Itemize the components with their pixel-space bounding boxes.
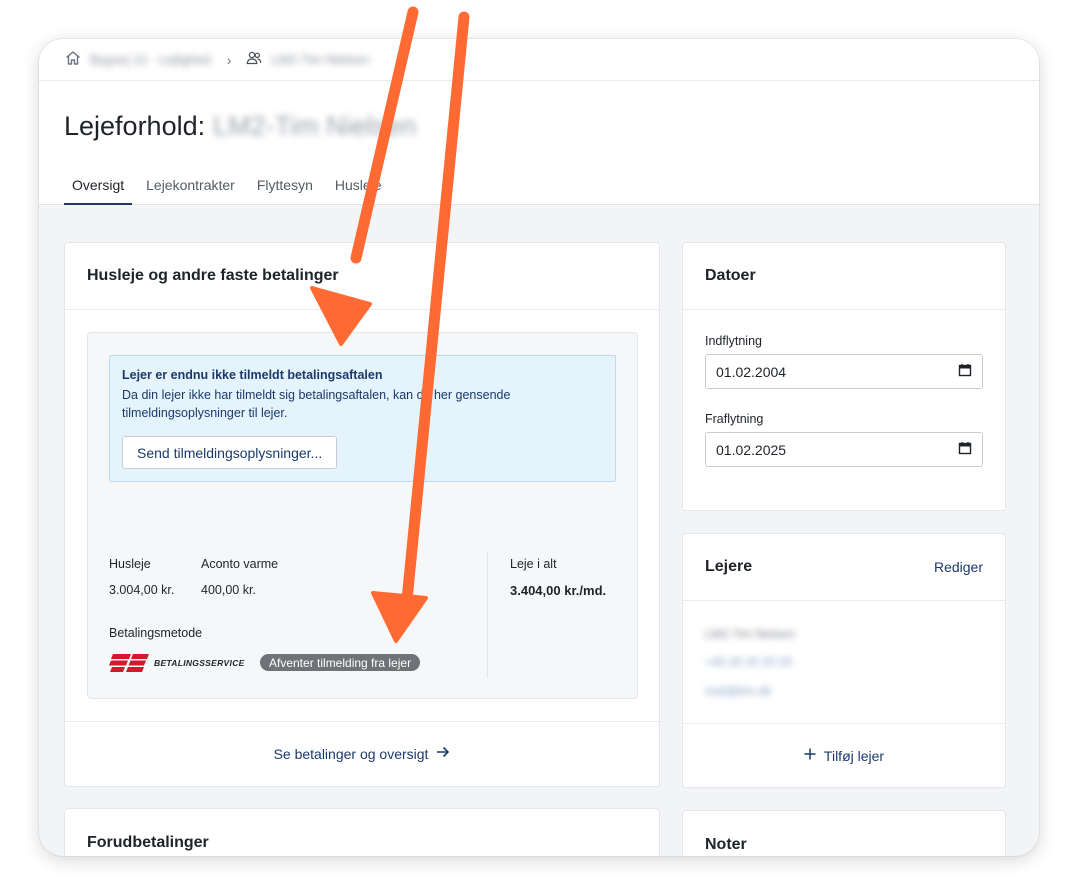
prepayments-card: Forudbetalinger <box>64 808 660 856</box>
heating-value: 400,00 kr. <box>201 583 256 597</box>
tab-husleje[interactable]: Husleje <box>327 173 390 205</box>
add-tenant-link[interactable]: Tilføj lejer <box>824 748 884 764</box>
send-enrollment-button[interactable]: Send tilmeldingsoplysninger... <box>122 436 338 469</box>
breadcrumb-tenancy-label: LM2-Tim Nielsen <box>271 52 370 67</box>
calendar-icon[interactable] <box>958 363 972 380</box>
betalingsservice-mark-icon <box>109 654 149 672</box>
chevron-right-icon: › <box>226 51 232 68</box>
breadcrumb-tenancy[interactable]: LM2-Tim Nielsen <box>245 49 369 70</box>
breadcrumb-property[interactable]: Bygvej 12 · Lejlighed <box>64 49 211 70</box>
add-tenant-footer[interactable]: Tilføj lejer <box>683 723 1005 787</box>
move-in-date-input[interactable]: 01.02.2004 <box>705 354 983 389</box>
tab-flyttesyn[interactable]: Flyttesyn <box>249 173 321 205</box>
tenants-card-title: Lejere <box>705 558 753 575</box>
not-enrolled-alert: Lejer er endnu ikke tilmeldt betalingsaf… <box>109 355 616 482</box>
notes-card-title: Noter <box>705 835 747 853</box>
alert-title: Lejer er endnu ikke tilmeldt betalingsaf… <box>122 368 383 382</box>
calendar-icon[interactable] <box>958 441 972 458</box>
edit-tenants-link[interactable]: Rediger <box>934 559 983 575</box>
app-window: Bygvej 12 · Lejlighed › LM2-Tim Nielsen … <box>39 39 1039 856</box>
payment-method-label: Betalingsmetode <box>109 626 203 640</box>
move-out-label: Fraflytning <box>705 412 764 426</box>
payments-footer[interactable]: Se betalinger og oversigt <box>65 721 659 786</box>
prepayments-card-header: Forudbetalinger <box>65 809 659 856</box>
summary-divider <box>487 553 488 678</box>
rent-value: 3.004,00 kr. <box>109 583 175 597</box>
tenant-email-link[interactable]: mail@tim.dk <box>705 684 771 698</box>
payments-card: Husleje og andre faste betalinger Lejer … <box>64 242 660 787</box>
status-badge: Afventer tilmelding fra lejer <box>260 654 421 671</box>
betalingsservice-logo-text: BETALINGSSERVICE <box>154 658 245 668</box>
move-in-label: Indflytning <box>705 334 762 348</box>
move-out-date-input[interactable]: 01.02.2025 <box>705 432 983 467</box>
page-title: Lejeforhold: LM2-Tim Nielsen <box>64 111 416 142</box>
betalingsservice-logo: BETALINGSSERVICE <box>109 653 245 673</box>
tenant-name: LM2-Tim Nielsen <box>705 627 796 641</box>
heating-label: Aconto varme <box>201 557 279 571</box>
rent-label: Husleje <box>109 557 151 571</box>
tenants-card-header: Lejere Rediger <box>683 534 1005 601</box>
users-icon <box>245 49 263 70</box>
home-icon <box>64 49 82 70</box>
page-header: Bygvej 12 · Lejlighed › LM2-Tim Nielsen … <box>39 39 1039 205</box>
prepayments-card-title: Forudbetalinger <box>87 833 209 851</box>
move-in-date-value: 01.02.2004 <box>716 363 787 380</box>
total-value: 3.404,00 kr./md. <box>510 583 607 598</box>
dates-card: Datoer Indflytning 01.02.2004 Fraflytnin… <box>682 242 1006 511</box>
total-label: Leje i alt <box>510 557 557 571</box>
dates-card-title: Datoer <box>705 267 756 284</box>
alert-text: Da din lejer ikke har tilmeldt sig betal… <box>122 388 511 420</box>
breadcrumb-property-label: Bygvej 12 · Lejlighed <box>90 52 211 67</box>
payments-card-title: Husleje og andre faste betalinger <box>87 267 339 284</box>
move-out-date-value: 01.02.2025 <box>716 441 787 458</box>
tab-bar: Oversigt Lejekontrakter Flyttesyn Huslej… <box>64 173 396 205</box>
plus-icon <box>804 747 816 765</box>
page-title-name: LM2-Tim Nielsen <box>213 111 417 141</box>
payments-card-header: Husleje og andre faste betalinger <box>65 243 659 310</box>
dates-card-header: Datoer <box>683 243 1005 310</box>
breadcrumb: Bygvej 12 · Lejlighed › LM2-Tim Nielsen <box>39 39 1039 81</box>
page-title-prefix: Lejeforhold: <box>64 111 206 141</box>
tab-lejekontrakter[interactable]: Lejekontrakter <box>138 173 243 205</box>
notes-card-header: Noter <box>683 811 1005 856</box>
notes-card: Noter <box>682 810 1006 856</box>
tab-oversigt[interactable]: Oversigt <box>64 173 133 205</box>
payment-agreement-box: Lejer er endnu ikke tilmeldt betalingsaf… <box>87 332 638 699</box>
arrow-right-icon <box>436 745 450 763</box>
see-payments-link[interactable]: Se betalinger og oversigt <box>274 746 429 762</box>
tenant-phone-link[interactable]: +45 20 20 20 20 <box>705 655 792 669</box>
tenants-card: Lejere Rediger LM2-Tim Nielsen +45 20 20… <box>682 533 1006 788</box>
